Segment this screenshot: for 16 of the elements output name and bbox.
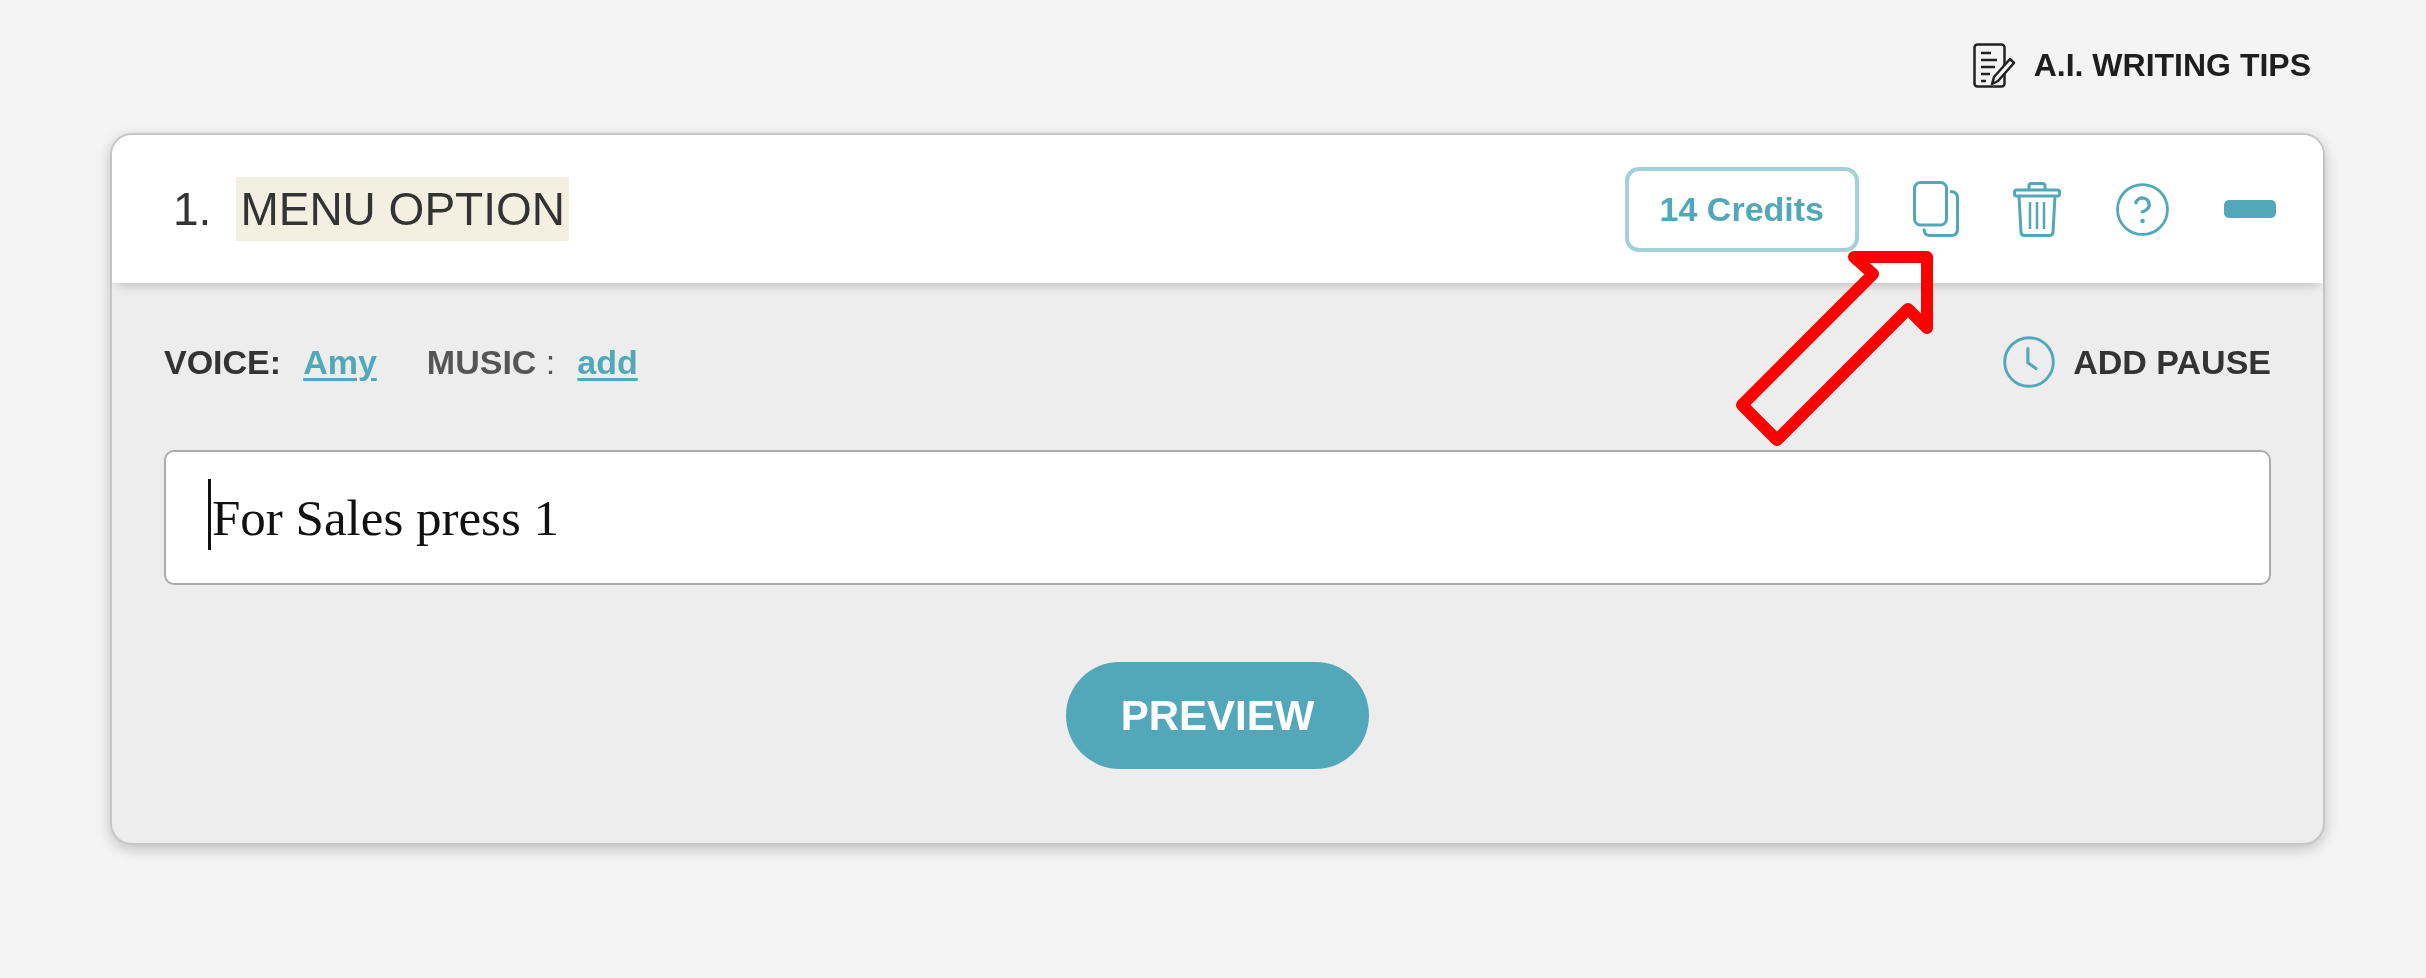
option-title[interactable]: MENU OPTION bbox=[236, 177, 569, 241]
document-pencil-icon bbox=[1972, 42, 2016, 88]
clock-icon bbox=[2002, 335, 2057, 389]
credits-badge: 14 Credits bbox=[1624, 166, 1859, 252]
writing-tips-link[interactable]: A.I. WRITING TIPS bbox=[1972, 42, 2311, 88]
add-pause-button[interactable]: ADD PAUSE bbox=[2002, 335, 2271, 389]
music-label: MUSIC : bbox=[426, 342, 556, 382]
writing-tips-label: A.I. WRITING TIPS bbox=[2033, 46, 2311, 84]
collapse-button[interactable] bbox=[2224, 200, 2276, 218]
voice-label: VOICE: bbox=[164, 342, 282, 382]
add-pause-label: ADD PAUSE bbox=[2073, 342, 2271, 382]
option-number: 1. bbox=[173, 182, 212, 237]
copy-icon[interactable] bbox=[1913, 181, 1959, 237]
help-icon[interactable] bbox=[2115, 181, 2170, 237]
script-input[interactable]: For Sales press 1 bbox=[164, 450, 2271, 585]
trash-icon[interactable] bbox=[2013, 181, 2061, 237]
